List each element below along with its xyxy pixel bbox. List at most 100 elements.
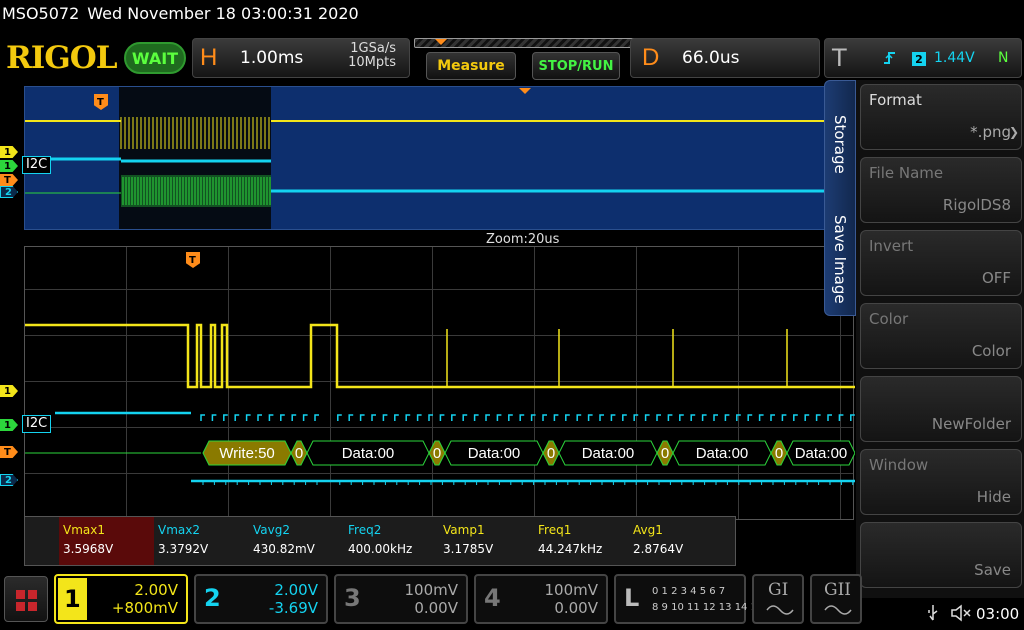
softkey-value: Hide: [976, 488, 1011, 506]
logic-row2: 8 9 10 11 12 13 14 15: [652, 602, 764, 613]
ch2-pulse: [576, 414, 582, 421]
ch2-pulse: [508, 414, 513, 421]
softkey-color[interactable]: Color Color: [860, 303, 1022, 369]
softkey-invert[interactable]: Invert OFF: [860, 230, 1022, 296]
channel-3-panel[interactable]: 3 100mV 0.00V: [334, 574, 468, 624]
ch2-pulse: [827, 414, 832, 421]
ch2-pulse: [428, 414, 433, 421]
decode-data-packet: [786, 440, 855, 466]
measurement-value: 2.8764V: [633, 542, 684, 556]
generator-1-button[interactable]: GI: [752, 574, 804, 624]
measurement-value: 430.82mV: [253, 542, 315, 556]
bus-marker[interactable]: 1: [0, 419, 18, 431]
ch2-pulse: [268, 414, 274, 421]
softkey-title: Window: [869, 456, 929, 474]
channel-offset: -3.69V: [268, 599, 318, 617]
stop-run-button[interactable]: STOP/RUN: [532, 52, 620, 80]
decode-packet-label: Data:00: [582, 445, 635, 462]
side-menu-tabs[interactable]: Storage Save Image: [824, 80, 856, 316]
tab-save-image[interactable]: Save Image: [831, 215, 849, 304]
decode-packet-label: 0: [295, 445, 303, 462]
measurement-cell[interactable]: Vamp1 3.1785V: [439, 517, 534, 565]
channel-settings: 2.00V -3.69V: [269, 581, 318, 617]
ch2-pulse: [838, 414, 844, 421]
tab-storage[interactable]: Storage: [831, 115, 849, 174]
measurement-name: Vavg2: [253, 523, 290, 537]
ch2-pulse: [337, 414, 342, 421]
bus-label: I2C: [22, 415, 52, 433]
chevron-right-icon: ❯: [1008, 125, 1019, 139]
softkey-window[interactable]: Window Hide: [860, 449, 1022, 515]
channel-1-panel[interactable]: 1 2.00V +800mV: [54, 574, 188, 624]
logic-analyzer-panel[interactable]: L 0 1 2 3 4 5 6 7 8 9 10 11 12 13 14 15: [614, 574, 763, 624]
ch2-pulse: [599, 414, 604, 421]
softkey-newfolder[interactable]: NewFolder: [860, 376, 1022, 442]
channel-scale: 100mV: [404, 581, 458, 599]
ch1-marker[interactable]: 1: [0, 385, 18, 397]
softkey-file-name[interactable]: File Name RigolDS8: [860, 157, 1022, 223]
ch2-marker[interactable]: 2: [0, 474, 18, 486]
ch2-pulse: [690, 414, 696, 421]
speaker-muted-icon[interactable]: [950, 604, 972, 622]
trigger-letter: T: [832, 44, 847, 72]
decode-packet-label: Data:00: [696, 445, 749, 462]
ch2-pulse: [200, 414, 205, 421]
ch2-pulse: [416, 414, 422, 421]
ch2-pulse: [679, 414, 684, 421]
decode-ack-packet: [542, 440, 560, 466]
timebase-value: 1.00ms: [240, 48, 304, 68]
decode-packet-label: 0: [433, 445, 441, 462]
ch2-pulse: [804, 414, 810, 421]
ch2-pulse: [724, 414, 730, 421]
decode-packet-label: Data:00: [342, 445, 395, 462]
decode-data-packet: [444, 440, 544, 466]
ch2-pulse: [781, 414, 787, 421]
main-menu-button[interactable]: [4, 576, 48, 622]
measurement-cell[interactable]: Vavg2 430.82mV: [249, 517, 344, 565]
measure-button[interactable]: Measure: [426, 52, 516, 80]
rising-edge-icon: [882, 50, 898, 70]
measurement-cell[interactable]: Freq1 44.247kHz: [534, 517, 629, 565]
generator-2-label: GII: [824, 580, 852, 600]
sine-wave-icon: [824, 605, 852, 615]
generator-2-button[interactable]: GII: [810, 574, 862, 624]
overview-ch1-marker: 1: [0, 146, 18, 158]
ch2-pulse: [234, 414, 240, 421]
ch2-pulse: [473, 414, 479, 421]
ch2-pulse: [815, 414, 821, 421]
ch2-pulse: [610, 414, 616, 421]
channel-2-panel[interactable]: 2 2.00V -3.69V: [194, 574, 328, 624]
channel-settings: 2.00V +800mV: [112, 581, 178, 617]
ch2-pulse: [793, 414, 798, 421]
ch2-pulse: [485, 414, 490, 421]
waveform-grid[interactable]: Write:50 0 Data:00 0 Data:00 0 Data:00 0 Data:00…: [24, 246, 855, 520]
measurement-name: Avg1: [633, 523, 663, 537]
measurement-cell[interactable]: Vmax1 3.5968V: [59, 517, 154, 565]
overview-waveform[interactable]: [24, 86, 855, 230]
ch2-pulse: [770, 414, 775, 421]
overview-trig-marker: T: [0, 174, 18, 186]
softkey-save[interactable]: Save: [860, 522, 1022, 588]
ch2-pulse: [496, 414, 502, 421]
zoom-window-region[interactable]: [119, 87, 271, 229]
measurement-cell[interactable]: Freq2 400.00kHz: [344, 517, 439, 565]
ch2-pulse: [519, 414, 525, 421]
softkey-title: Color: [869, 310, 909, 328]
measurement-name: Vmax2: [158, 523, 200, 537]
ch2-pulse: [462, 414, 468, 421]
measurement-name: Freq1: [538, 523, 572, 537]
channel-number: 1: [58, 578, 87, 620]
channel-number: 2: [204, 584, 221, 612]
decode-data-packet: [306, 440, 430, 466]
measurement-cell[interactable]: Vmax2 3.3792V: [154, 517, 249, 565]
horizontal-letter: H: [200, 44, 218, 71]
softkey-format[interactable]: Format *.png ❯: [860, 84, 1022, 150]
measurement-cell[interactable]: Avg1 2.8764V: [629, 517, 724, 565]
channel-offset: 0.00V: [554, 599, 598, 617]
trig-level-marker[interactable]: T: [0, 446, 18, 458]
ch2-pulse: [302, 414, 308, 421]
trigger-source-badge: 2: [912, 52, 926, 66]
softkey-value: RigolDS8: [942, 196, 1011, 214]
channel-4-panel[interactable]: 4 100mV 0.00V: [474, 574, 608, 624]
decode-ack-packet: [428, 440, 446, 466]
